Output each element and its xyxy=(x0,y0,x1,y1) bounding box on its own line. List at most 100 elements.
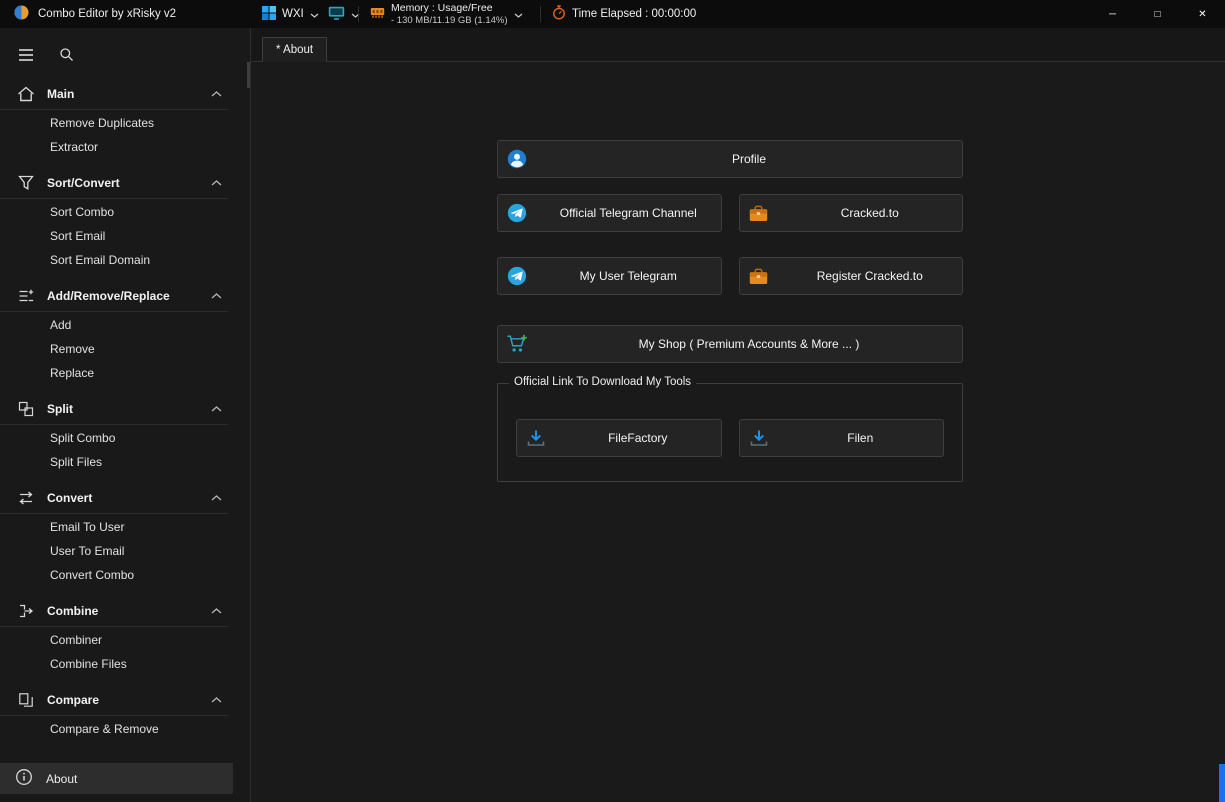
sidebar-divider xyxy=(0,424,228,425)
sidebar-item-extractor[interactable]: Extractor xyxy=(0,135,250,159)
filen-button-label: Filen xyxy=(778,431,944,445)
profile-icon xyxy=(498,149,536,169)
sidebar-section-label: Split xyxy=(47,402,211,416)
tab-strip: * About xyxy=(251,28,1225,62)
telegram-icon xyxy=(498,266,536,286)
telegram-channel-button-label: Official Telegram Channel xyxy=(536,206,721,220)
about-page: Profile Official Telegram Channel Cracke… xyxy=(251,62,1225,801)
briefcase-icon xyxy=(740,268,778,285)
filefactory-button-label: FileFactory xyxy=(555,431,721,445)
downloads-row: FileFactory Filen xyxy=(516,419,944,457)
app-window: Combo Editor by xRisky v2 WXI Memory : U… xyxy=(0,0,1225,802)
sidebar-item-compare-and-remove[interactable]: Compare & Remove xyxy=(0,717,250,741)
filen-button[interactable]: Filen xyxy=(739,419,945,457)
sidebar-item-remove[interactable]: Remove xyxy=(0,337,250,361)
sidebar-item-sort-email-domain[interactable]: Sort Email Domain xyxy=(0,248,250,272)
my-user-telegram-button[interactable]: My User Telegram xyxy=(497,257,722,295)
sidebar-item-replace[interactable]: Replace xyxy=(0,361,250,385)
shopping-cart-icon xyxy=(498,334,536,354)
cracked-to-button-label: Cracked.to xyxy=(778,206,963,220)
sidebar-section-label: Sort/Convert xyxy=(47,176,211,190)
scrollbar-thumb[interactable] xyxy=(247,62,250,88)
memory-dropdown[interactable]: Memory : Usage/Free - 130 MB/11.19 GB (1… xyxy=(366,0,527,28)
menu-button[interactable] xyxy=(12,42,40,70)
sidebar-item-about[interactable]: About xyxy=(0,763,233,794)
sidebar-item-split-files[interactable]: Split Files xyxy=(0,450,250,474)
stopwatch-icon xyxy=(552,5,566,23)
os-selector-dropdown[interactable]: WXI xyxy=(258,0,323,28)
chevron-up-icon xyxy=(211,180,222,186)
scrollbar-thumb-accent[interactable] xyxy=(1219,764,1225,802)
sidebar-item-combine-files[interactable]: Combine Files xyxy=(0,652,250,676)
sidebar-section-header-convert[interactable]: Convert xyxy=(0,484,250,512)
tab-about[interactable]: * About xyxy=(262,37,327,62)
sidebar-section-label: Convert xyxy=(47,491,211,505)
chevron-up-icon xyxy=(211,608,222,614)
windows-logo-icon xyxy=(262,6,276,23)
convert-icon xyxy=(16,490,36,506)
sidebar-section-header-split[interactable]: Split xyxy=(0,395,250,423)
register-cracked-to-button-label: Register Cracked.to xyxy=(778,269,963,283)
time-elapsed-label: Time Elapsed : 00:00:00 xyxy=(572,8,696,20)
chevron-up-icon xyxy=(211,495,222,501)
app-logo-icon xyxy=(14,5,29,23)
chevron-up-icon xyxy=(211,697,222,703)
search-button[interactable] xyxy=(52,42,80,70)
my-shop-button[interactable]: My Shop ( Premium Accounts & More ... ) xyxy=(497,325,963,363)
close-icon: ✕ xyxy=(1198,9,1206,20)
sidebar-section-header-sort-convert[interactable]: Sort/Convert xyxy=(0,169,250,197)
titlebar: Combo Editor by xRisky v2 WXI Memory : U… xyxy=(0,0,1225,28)
telegram-channel-button[interactable]: Official Telegram Channel xyxy=(497,194,722,232)
sidebar-section-header-combine[interactable]: Combine xyxy=(0,597,250,625)
register-cracked-to-button[interactable]: Register Cracked.to xyxy=(739,257,964,295)
os-selector-label: WXI xyxy=(282,8,304,20)
titlebar-divider xyxy=(540,6,541,22)
sidebar: Main Remove Duplicates Extractor Sort/Co… xyxy=(0,28,250,802)
sidebar-item-convert-combo[interactable]: Convert Combo xyxy=(0,563,250,587)
sidebar-item-remove-duplicates[interactable]: Remove Duplicates xyxy=(0,111,250,135)
sidebar-divider xyxy=(0,715,228,716)
sidebar-item-about-label: About xyxy=(46,772,77,786)
sidebar-section-header-main[interactable]: Main xyxy=(0,80,250,108)
about-panel: Profile Official Telegram Channel Cracke… xyxy=(497,62,963,482)
telegram-icon xyxy=(498,203,536,223)
maximize-button[interactable]: □ xyxy=(1135,0,1180,28)
sidebar-item-split-combo[interactable]: Split Combo xyxy=(0,426,250,450)
links-row-2: My User Telegram Register Cracked.to xyxy=(497,257,963,295)
sidebar-item-sort-combo[interactable]: Sort Combo xyxy=(0,200,250,224)
monitor-icon xyxy=(328,6,345,23)
sidebar-item-combiner[interactable]: Combiner xyxy=(0,628,250,652)
chevron-down-icon xyxy=(310,7,319,21)
memory-label: Memory : Usage/Free xyxy=(391,2,508,15)
sidebar-toolbar xyxy=(0,42,250,70)
app-title-group: Combo Editor by xRisky v2 xyxy=(14,0,176,28)
sidebar-section-header-compare[interactable]: Compare xyxy=(0,686,250,714)
chevron-down-icon xyxy=(514,7,523,21)
time-elapsed-indicator: Time Elapsed : 00:00:00 xyxy=(548,0,700,28)
downloads-groupbox: Official Link To Download My Tools FileF… xyxy=(497,383,963,482)
sidebar-item-user-to-email[interactable]: User To Email xyxy=(0,539,250,563)
links-row-1: Official Telegram Channel Cracked.to xyxy=(497,194,963,232)
sidebar-section-label: Compare xyxy=(47,693,211,707)
my-user-telegram-button-label: My User Telegram xyxy=(536,269,721,283)
memory-value: - 130 MB/11.19 GB (1.14%) xyxy=(391,15,508,26)
memory-status: Memory : Usage/Free - 130 MB/11.19 GB (1… xyxy=(391,2,508,26)
funnel-icon xyxy=(16,175,36,191)
compare-icon xyxy=(16,692,36,708)
sidebar-item-email-to-user[interactable]: Email To User xyxy=(0,515,250,539)
minimize-button[interactable]: ─ xyxy=(1090,0,1135,28)
tab-about-label: * About xyxy=(276,44,313,56)
profile-button[interactable]: Profile xyxy=(497,140,963,178)
sidebar-section-label: Combine xyxy=(47,604,211,618)
cracked-to-button[interactable]: Cracked.to xyxy=(739,194,964,232)
sidebar-section-label: Main xyxy=(47,87,211,101)
close-button[interactable]: ✕ xyxy=(1180,0,1225,28)
sidebar-item-sort-email[interactable]: Sort Email xyxy=(0,224,250,248)
sidebar-item-add[interactable]: Add xyxy=(0,313,250,337)
chevron-up-icon xyxy=(211,293,222,299)
titlebar-divider xyxy=(358,6,359,22)
sidebar-section-header-add-remove-replace[interactable]: Add/Remove/Replace xyxy=(0,282,250,310)
filefactory-button[interactable]: FileFactory xyxy=(516,419,722,457)
hamburger-icon xyxy=(18,49,34,64)
profile-button-label: Profile xyxy=(536,152,962,166)
